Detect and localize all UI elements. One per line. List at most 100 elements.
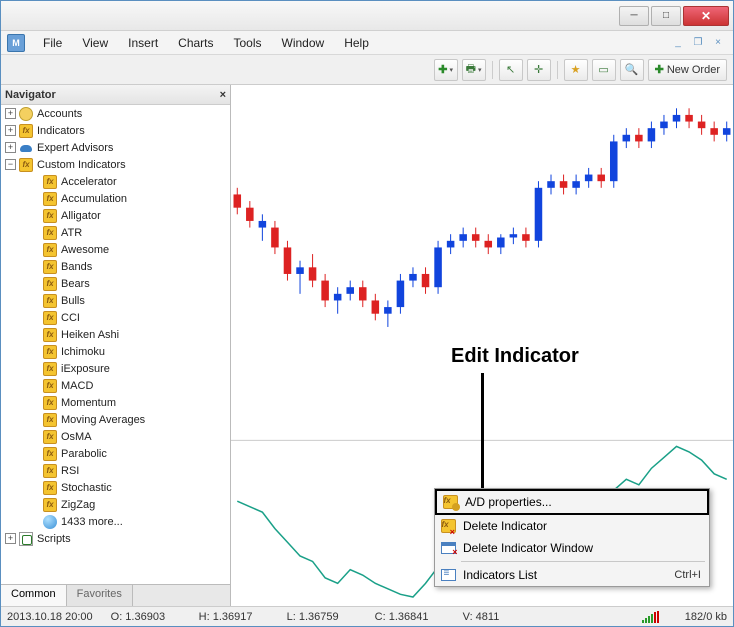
menu-insert[interactable]: Insert	[118, 34, 168, 52]
tree-indicator-item[interactable]: fxHeiken Ashi	[1, 326, 230, 343]
collapse-icon[interactable]: −	[5, 159, 16, 170]
tree-indicator-item[interactable]: fxZigZag	[1, 496, 230, 513]
tree-label: ATR	[61, 227, 82, 239]
tree-label: Moving Averages	[61, 414, 145, 426]
favorite-button[interactable]: ★	[564, 59, 588, 81]
tree-indicator-item[interactable]: fx Ichimoku	[1, 343, 230, 360]
expand-icon[interactable]: +	[5, 142, 16, 153]
tree-label: iExposure	[61, 363, 110, 375]
status-volume: V: 4811	[463, 611, 533, 623]
menu-ad-properties[interactable]: fx A/D properties...	[435, 489, 709, 515]
mdi-restore-button[interactable]: ❐	[689, 36, 707, 50]
tree-indicator-item[interactable]: fxBears	[1, 275, 230, 292]
tree-indicator-item[interactable]: fxAccelerator	[1, 173, 230, 190]
expand-icon[interactable]: +	[5, 125, 16, 136]
mdi-minimize-button[interactable]: _	[669, 36, 687, 50]
tab-common[interactable]: Common	[1, 585, 67, 606]
tree-label: Bands	[61, 261, 92, 273]
script-icon	[19, 532, 33, 546]
menu-delete-indicator[interactable]: fx× Delete Indicator	[435, 515, 709, 537]
tree-indicator-item[interactable]: fxRSI	[1, 462, 230, 479]
crosshair-button[interactable]: ✛	[527, 59, 551, 81]
menu-help[interactable]: Help	[334, 34, 379, 52]
tree-indicator-item[interactable]: fxATR	[1, 224, 230, 241]
mdi-close-button[interactable]: ×	[709, 36, 727, 50]
minimize-button[interactable]: ─	[619, 6, 649, 26]
tree-indicator-item[interactable]: fx Moving Averages	[1, 411, 230, 428]
tree-indicator-item[interactable]: fxAwesome	[1, 241, 230, 258]
navigator-header: Navigator ×	[1, 85, 230, 105]
navigator-tree[interactable]: + Accounts +fxIndicators + Expert Advisors…	[1, 105, 230, 584]
menu-label: Delete Indicator Window	[463, 541, 593, 555]
tree-label: CCI	[61, 312, 80, 324]
plus-icon: ✚	[655, 63, 664, 76]
tree-indicator-item[interactable]: fxParabolic	[1, 445, 230, 462]
tree-label: Momentum	[61, 397, 116, 409]
status-bar: 2013.10.18 20:00 O: 1.36903 H: 1.36917 L…	[1, 606, 733, 626]
fx-icon: fx	[43, 243, 57, 257]
tab-favorites[interactable]: Favorites	[67, 585, 133, 606]
fx-icon: fx	[43, 447, 57, 461]
navigator-panel: Navigator × + Accounts +fxIndicators + Exp…	[1, 85, 231, 606]
close-icon[interactable]: ×	[220, 89, 226, 101]
tree-indicator-item[interactable]: fxBands	[1, 258, 230, 275]
tree-indicators[interactable]: +fxIndicators	[1, 122, 230, 139]
fx-delete-icon: fx×	[441, 519, 456, 533]
hat-icon	[19, 141, 33, 155]
status-close: C: 1.36841	[375, 611, 445, 623]
tree-indicator-item[interactable]: fxMACD	[1, 377, 230, 394]
tree-label: Expert Advisors	[37, 142, 113, 154]
tree-label: OsMA	[61, 431, 92, 443]
close-button[interactable]: ✕	[683, 6, 729, 26]
menu-window[interactable]: Window	[272, 34, 335, 52]
tree-accounts[interactable]: + Accounts	[1, 105, 230, 122]
menu-charts[interactable]: Charts	[168, 34, 223, 52]
menu-tools[interactable]: Tools	[224, 34, 272, 52]
tree-indicator-item[interactable]: fxMomentum	[1, 394, 230, 411]
menu-label: Indicators List	[463, 568, 537, 582]
tree-label: Ichimoku	[61, 346, 105, 358]
tree-label: Scripts	[37, 533, 71, 545]
tree-indicator-item[interactable]: fxCCI	[1, 309, 230, 326]
new-order-button[interactable]: ✚New Order	[648, 59, 727, 81]
tree-label: Accounts	[37, 108, 82, 120]
print-button[interactable]: 🖶	[462, 59, 486, 81]
search-button[interactable]: 🔍	[620, 59, 644, 81]
expand-icon[interactable]: +	[5, 108, 16, 119]
tree-indicator-item[interactable]: fxStochastic	[1, 479, 230, 496]
expand-icon[interactable]: +	[5, 533, 16, 544]
window-button[interactable]: ▭	[592, 59, 616, 81]
tree-label: ZigZag	[61, 499, 95, 511]
tree-expert-advisors[interactable]: + Expert Advisors	[1, 139, 230, 156]
tree-more[interactable]: 1433 more...	[1, 513, 230, 530]
tree-scripts[interactable]: + Scripts	[1, 530, 230, 547]
globe-icon	[43, 515, 57, 529]
indicator-context-menu: fx A/D properties... fx× Delete Indicato…	[434, 488, 710, 587]
tree-indicator-item[interactable]: fxAlligator	[1, 207, 230, 224]
add-chart-button[interactable]: ✚	[434, 59, 458, 81]
fx-icon: fx	[43, 379, 57, 393]
tree-label: Bears	[61, 278, 90, 290]
fx-icon: fx	[43, 345, 57, 359]
fx-icon: fx	[43, 413, 57, 427]
menu-file[interactable]: File	[33, 34, 72, 52]
tree-indicator-item[interactable]: fxOsMA	[1, 428, 230, 445]
menu-indicators-list[interactable]: Indicators List Ctrl+I	[435, 564, 709, 586]
tree-indicator-item[interactable]: fxAccumulation	[1, 190, 230, 207]
app-icon: M	[7, 34, 25, 52]
tree-label: Bulls	[61, 295, 85, 307]
menu-view[interactable]: View	[72, 34, 118, 52]
fx-gear-icon: fx	[443, 495, 458, 509]
menu-delete-indicator-window[interactable]: × Delete Indicator Window	[435, 537, 709, 559]
magnifier-icon: 🔍	[625, 63, 639, 76]
maximize-button[interactable]: □	[651, 6, 681, 26]
accounts-icon	[19, 107, 33, 121]
menu-label: A/D properties...	[465, 495, 552, 509]
tree-indicator-item[interactable]: fxiExposure	[1, 360, 230, 377]
cursor-button[interactable]: ↖	[499, 59, 523, 81]
tree-custom-indicators[interactable]: −fxCustom Indicators	[1, 156, 230, 173]
status-high: H: 1.36917	[199, 611, 269, 623]
tree-indicator-item[interactable]: fxBulls	[1, 292, 230, 309]
crosshair-icon: ✛	[534, 63, 543, 76]
plus-icon: ✚	[438, 63, 447, 76]
